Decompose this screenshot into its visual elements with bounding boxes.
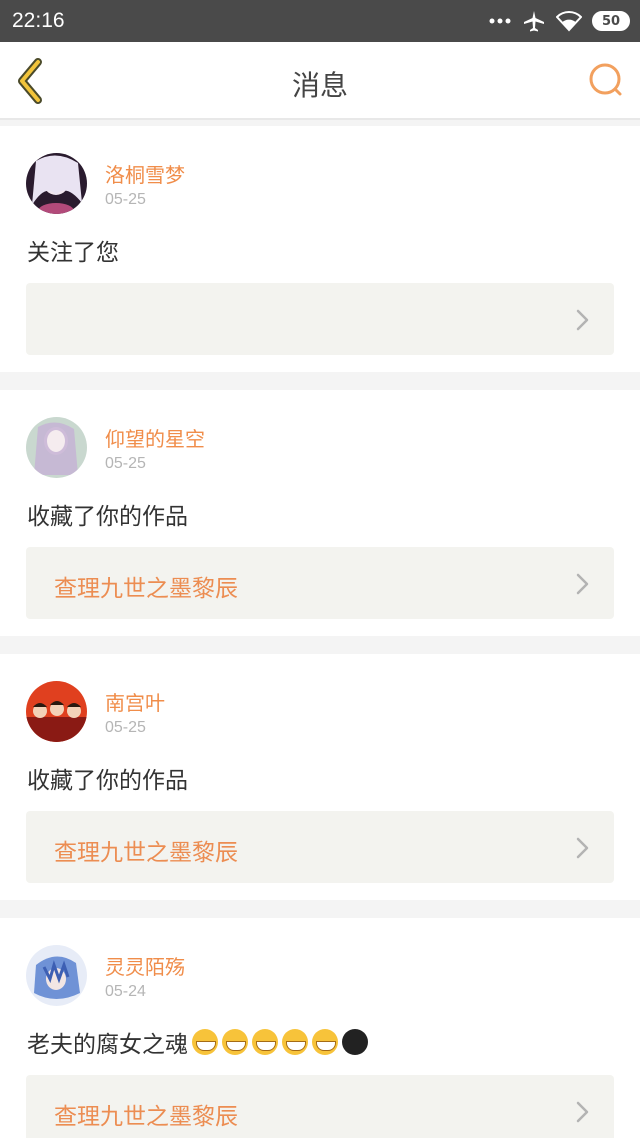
chevron-right-icon xyxy=(572,1099,592,1125)
work-title: 查理九世之墨黎辰 xyxy=(54,1104,238,1130)
battery-indicator: 50 xyxy=(592,11,630,31)
message-date: 05-25 xyxy=(105,455,146,472)
grin-emoji-icon xyxy=(222,1029,248,1055)
wifi-icon xyxy=(556,10,582,32)
work-link[interactable]: 查理九世之墨黎辰 xyxy=(26,811,614,883)
message-card: 南宫叶 05-25 收藏了你的作品 查理九世之墨黎辰 xyxy=(0,654,640,900)
header: 消息 xyxy=(0,42,640,120)
avatar[interactable] xyxy=(26,153,87,214)
chevron-right-icon xyxy=(572,835,592,861)
avatar[interactable] xyxy=(26,945,87,1006)
message-text: 收藏了你的作品 xyxy=(27,504,188,530)
message-date: 05-25 xyxy=(105,191,146,208)
grin-emoji-icon xyxy=(282,1029,308,1055)
work-link[interactable]: 查理九世之墨黎辰 xyxy=(26,1075,614,1138)
airplane-icon xyxy=(522,9,546,33)
work-title: 查理九世之墨黎辰 xyxy=(54,576,238,602)
message-text: 关注了您 xyxy=(27,240,119,266)
page-title: 消息 xyxy=(291,69,348,102)
work-title: 查理九世之墨黎辰 xyxy=(54,840,238,866)
message-text-content: 老夫的腐女之魂 xyxy=(27,1032,188,1058)
dark-face-emoji-icon xyxy=(342,1029,368,1055)
search-icon[interactable] xyxy=(586,60,626,100)
message-date: 05-25 xyxy=(105,719,146,736)
message-text: 老夫的腐女之魂 xyxy=(27,1025,368,1059)
grin-emoji-icon xyxy=(252,1029,278,1055)
avatar[interactable] xyxy=(26,417,87,478)
user-name[interactable]: 仰望的星空 xyxy=(105,423,205,452)
message-text: 收藏了你的作品 xyxy=(27,768,188,794)
user-name[interactable]: 洛桐雪梦 xyxy=(105,159,185,188)
message-card: 灵灵陌殇 05-24 老夫的腐女之魂 查理九世之墨黎辰 xyxy=(0,918,640,1138)
user-name[interactable]: 南宫叶 xyxy=(105,687,165,716)
status-bar: 22:16 50 xyxy=(0,0,640,42)
avatar[interactable] xyxy=(26,681,87,742)
user-name[interactable]: 灵灵陌殇 xyxy=(105,951,185,980)
message-card: 仰望的星空 05-25 收藏了你的作品 查理九世之墨黎辰 xyxy=(0,390,640,636)
work-link[interactable]: 查理九世之墨黎辰 xyxy=(26,547,614,619)
work-link[interactable] xyxy=(26,283,614,355)
grin-emoji-icon xyxy=(192,1029,218,1055)
chevron-right-icon xyxy=(572,571,592,597)
grin-emoji-icon xyxy=(312,1029,338,1055)
chevron-right-icon xyxy=(572,307,592,333)
message-card: 洛桐雪梦 05-25 关注了您 xyxy=(0,126,640,372)
more-dots-icon xyxy=(488,17,512,25)
status-icons: 50 xyxy=(488,8,630,34)
status-time: 22:16 xyxy=(12,9,65,32)
message-list: 洛桐雪梦 05-25 关注了您 仰望的星空 05-25 收藏了你的作品 查理九世… xyxy=(0,126,640,1138)
message-date: 05-24 xyxy=(105,983,146,1000)
